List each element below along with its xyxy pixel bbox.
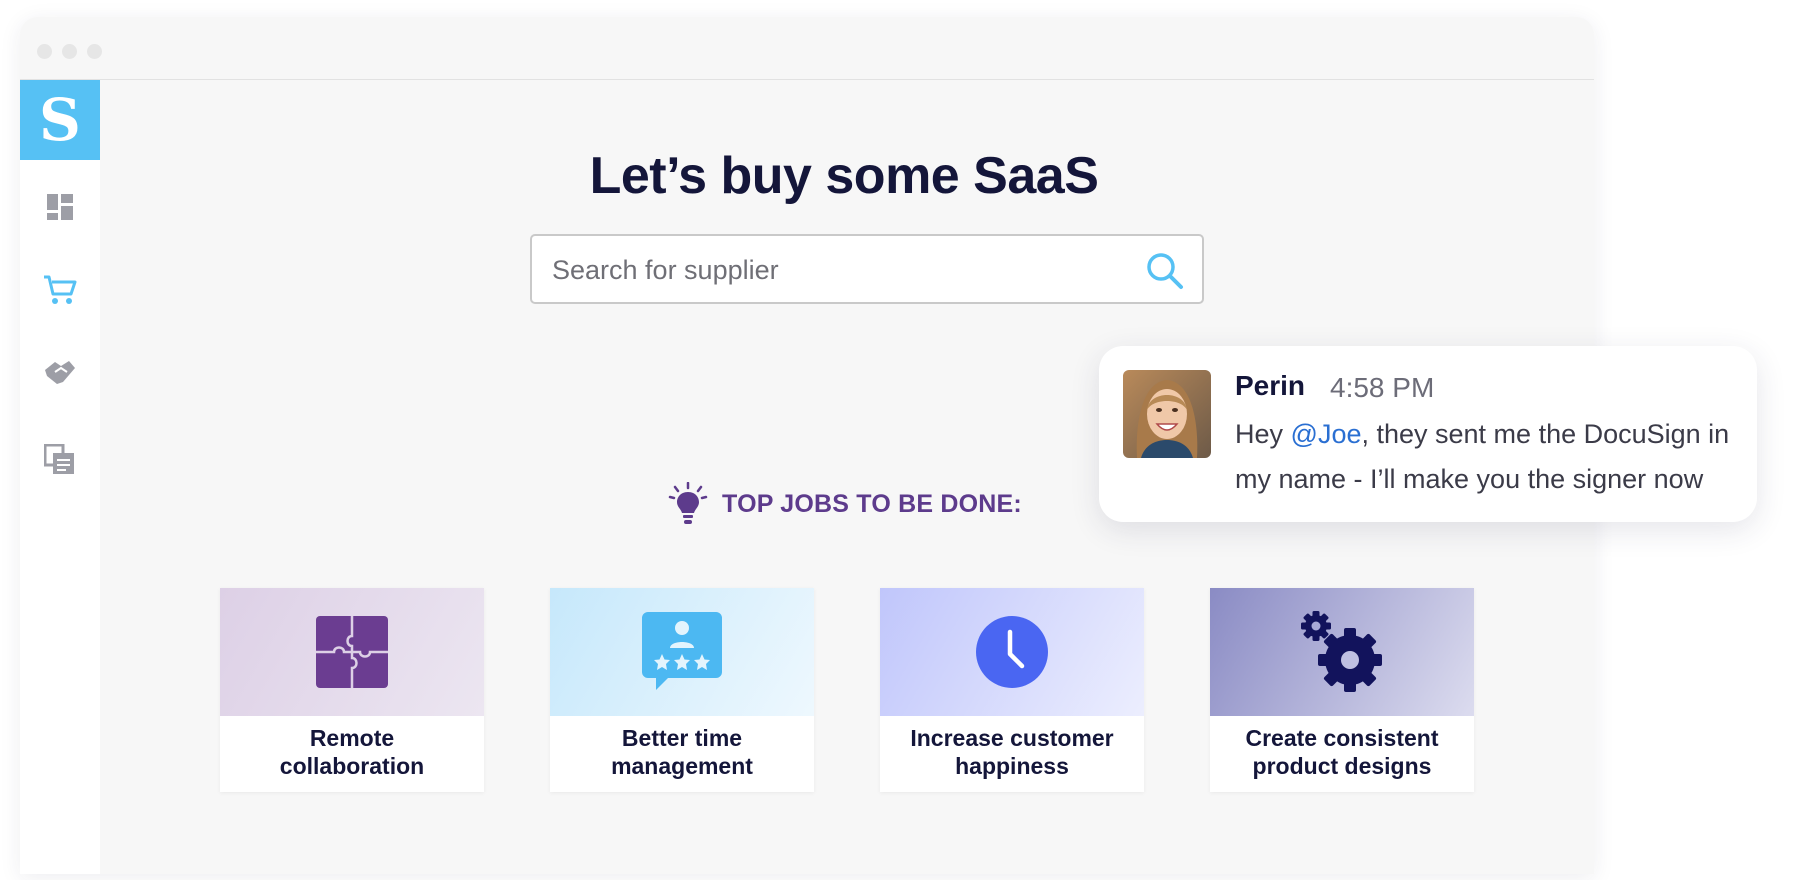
job-card-customer-happiness[interactable]: Increase customer happiness [880,588,1144,792]
handshake-icon [45,361,75,384]
chat-message: Hey @Joe, they sent me the DocuSign in m… [1235,412,1735,502]
card-label: Create consistent product designs [1210,724,1474,780]
sidebar-item-deals[interactable] [40,353,80,393]
search-input[interactable] [550,236,1134,304]
dashboard-icon [47,194,73,220]
jobs-heading-text: TOP JOBS TO BE DONE: [722,489,1022,518]
window-titlebar [20,17,1594,80]
card-label: Increase customer happiness [880,724,1144,780]
card-label: Remote collaboration [220,724,484,780]
window-dot-minimize[interactable] [62,44,77,59]
sidebar-item-buy[interactable] [40,270,80,310]
message-prefix: Hey [1235,419,1291,449]
card-label-line2: management [611,753,753,779]
job-card-consistent-designs[interactable]: Create consistent product designs [1210,588,1474,792]
logo-letter: S [39,86,81,154]
card-label-line1: Increase customer [910,725,1114,751]
card-banner [220,588,484,716]
sidebar: S [20,80,100,874]
card-label-line2: product designs [1252,753,1432,779]
lightbulb-icon [668,482,708,524]
chat-sender-name: Perin [1235,370,1306,401]
card-banner [550,588,814,716]
search-box [530,234,1204,304]
rating-bubble-icon [642,612,722,690]
card-label-line1: Create consistent [1245,725,1439,751]
window-dot-close[interactable] [37,44,52,59]
card-label-line1: Remote [309,725,395,751]
job-card-time-management[interactable]: Better time management [550,588,814,792]
job-card-remote-collaboration[interactable]: Remote collaboration [220,588,484,792]
card-banner [1210,588,1474,716]
app-logo[interactable]: S [20,80,100,160]
puzzle-icon [316,616,388,688]
card-label: Better time management [550,724,814,780]
page-title: Let’s buy some SaaS [589,147,1099,205]
documents-icon [44,444,74,474]
window-dot-maximize[interactable] [87,44,102,59]
avatar-image [1123,370,1211,458]
card-label-line1: Better time [621,725,743,751]
card-banner [880,588,1144,716]
card-label-line2: happiness [955,753,1069,779]
card-label-line2: collaboration [279,753,425,779]
cart-icon [44,275,77,304]
sidebar-item-dashboard[interactable] [40,187,80,227]
clock-icon [976,616,1048,688]
sidebar-item-documents[interactable] [40,440,80,480]
search-icon[interactable] [1144,250,1184,290]
avatar[interactable] [1123,370,1211,458]
chat-notification[interactable]: Perin 4:58 PM Hey @Joe, they sent me the… [1099,346,1757,522]
chat-timestamp: 4:58 PM [1330,372,1435,403]
user-mention[interactable]: @Joe [1291,419,1362,449]
gears-icon [1301,611,1382,692]
